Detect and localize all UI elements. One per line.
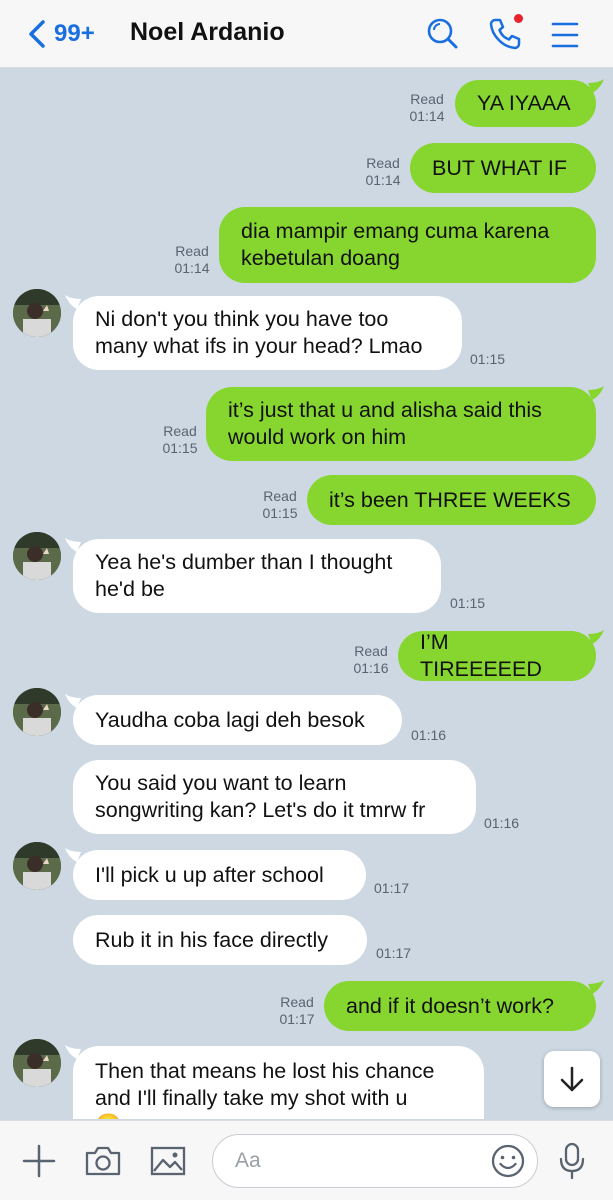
voice-button[interactable] [550, 1139, 594, 1183]
message-time: 01:14 [174, 260, 210, 276]
message-time: 01:15 [470, 351, 506, 367]
read-status: Read [263, 488, 297, 504]
received-message-bubble[interactable]: I'll pick u up after school [73, 850, 366, 900]
hamburger-menu-icon [551, 22, 579, 48]
read-status: Read [366, 155, 400, 171]
message-text: I’M TIREEEEED [420, 630, 542, 681]
sent-message-bubble[interactable]: it’s just that u and alisha said this wo… [206, 387, 596, 461]
avatar-photo [13, 842, 61, 890]
chat-header: 99+ Noel Ardanio [0, 0, 613, 68]
bubble-tail [588, 386, 604, 400]
message-meta: Read 01:15 [255, 488, 305, 522]
message-input[interactable] [235, 1135, 485, 1186]
contact-avatar[interactable] [13, 1039, 61, 1087]
sent-message-bubble[interactable]: I’M TIREEEEED [398, 630, 596, 681]
message-text: it’s just that u and alisha said this wo… [228, 398, 542, 449]
notification-dot [514, 14, 523, 23]
bubble-tail [588, 79, 604, 93]
avatar-photo [13, 1039, 61, 1087]
message-meta: Read 01:14 [358, 155, 408, 189]
message-text: Ni don't you think you have too many wha… [95, 307, 423, 358]
read-status: Read [354, 643, 388, 659]
sent-message-bubble[interactable]: it’s been THREE WEEKS [307, 475, 596, 525]
message-time: 01:14 [365, 172, 401, 188]
read-status: Read [280, 994, 314, 1010]
message-time: 01:14 [409, 108, 445, 124]
message-text: Then that means he lost his chance and I… [95, 1059, 435, 1119]
bubble-tail [588, 630, 604, 644]
contact-name: Noel Ardanio [130, 18, 285, 46]
bubble-tail [588, 980, 604, 994]
message-input-box[interactable] [212, 1134, 538, 1188]
message-time: 01:15 [450, 595, 486, 611]
message-time: 01:17 [279, 1011, 315, 1027]
message-time: 01:17 [376, 945, 412, 961]
message-meta: Read 01:14 [402, 91, 452, 125]
search-icon [427, 18, 458, 49]
received-message-bubble[interactable]: Yea he's dumber than I thought he'd be [73, 539, 441, 613]
message-meta: Read 01:14 [167, 243, 217, 277]
microphone-icon [559, 1142, 585, 1180]
contact-avatar[interactable] [13, 289, 61, 337]
message-list[interactable]: YA IYAAA Read 01:14 BUT WHAT IF Read 01:… [0, 69, 613, 1119]
message-time: 01:16 [353, 660, 389, 676]
gallery-button[interactable] [146, 1139, 190, 1183]
contact-avatar[interactable] [13, 842, 61, 890]
sent-message-bubble[interactable]: BUT WHAT IF [410, 143, 596, 193]
message-text: and if it doesn’t work? [346, 993, 554, 1018]
avatar-photo [13, 532, 61, 580]
composer-bar [0, 1120, 613, 1200]
camera-button[interactable] [81, 1139, 125, 1183]
read-status: Read [175, 243, 209, 259]
received-message-bubble[interactable]: You said you want to learn songwriting k… [73, 760, 476, 834]
read-status: Read [410, 91, 444, 107]
contact-avatar[interactable] [13, 532, 61, 580]
message-time: 01:16 [484, 815, 520, 831]
message-time: 01:17 [374, 880, 410, 896]
emoji-icon[interactable] [489, 1142, 527, 1180]
unread-count: 99+ [54, 20, 95, 47]
sent-message-bubble[interactable]: dia mampir emang cuma karena kebetulan d… [219, 207, 596, 283]
message-meta: Read 01:15 [155, 423, 205, 457]
chevron-left-icon [29, 20, 45, 48]
message-time: 01:15 [162, 440, 198, 456]
sent-message-bubble[interactable]: and if it doesn’t work? [324, 981, 596, 1031]
plus-icon [22, 1144, 56, 1178]
message-text: You said you want to learn songwriting k… [95, 771, 426, 822]
avatar-photo [13, 289, 61, 337]
message-time: 01:15 [262, 505, 298, 521]
add-button[interactable] [17, 1139, 61, 1183]
arrow-down-icon [560, 1066, 584, 1092]
message-text: YA IYAAA [477, 91, 571, 115]
message-time: 01:16 [411, 727, 447, 743]
sent-message-bubble[interactable]: YA IYAAA [455, 80, 596, 127]
message-meta: Read 01:17 [272, 994, 322, 1028]
message-text: Yea he's dumber than I thought he'd be [95, 550, 393, 601]
received-message-bubble[interactable]: Rub it in his face directly [73, 915, 367, 965]
contact-avatar[interactable] [13, 688, 61, 736]
search-button[interactable] [422, 14, 462, 54]
received-message-bubble[interactable]: Ni don't you think you have too many wha… [73, 296, 462, 370]
message-text: I'll pick u up after school [95, 862, 324, 887]
message-text: Rub it in his face directly [95, 927, 329, 952]
camera-icon [85, 1146, 121, 1176]
read-status: Read [163, 423, 197, 439]
message-text: Yaudha coba lagi deh besok [95, 707, 365, 732]
message-meta: Read 01:16 [346, 643, 396, 677]
back-button[interactable]: 99+ [26, 16, 116, 52]
received-message-bubble[interactable]: Yaudha coba lagi deh besok [73, 695, 402, 745]
received-message-bubble[interactable]: Then that means he lost his chance and I… [73, 1046, 484, 1119]
message-text: dia mampir emang cuma karena kebetulan d… [241, 219, 550, 270]
message-text: it’s been THREE WEEKS [329, 487, 571, 512]
scroll-to-bottom-button[interactable] [544, 1051, 600, 1107]
menu-button[interactable] [545, 14, 585, 54]
message-text: BUT WHAT IF [432, 155, 567, 180]
call-button[interactable] [485, 14, 525, 54]
avatar-photo [13, 688, 61, 736]
image-icon [150, 1146, 186, 1176]
